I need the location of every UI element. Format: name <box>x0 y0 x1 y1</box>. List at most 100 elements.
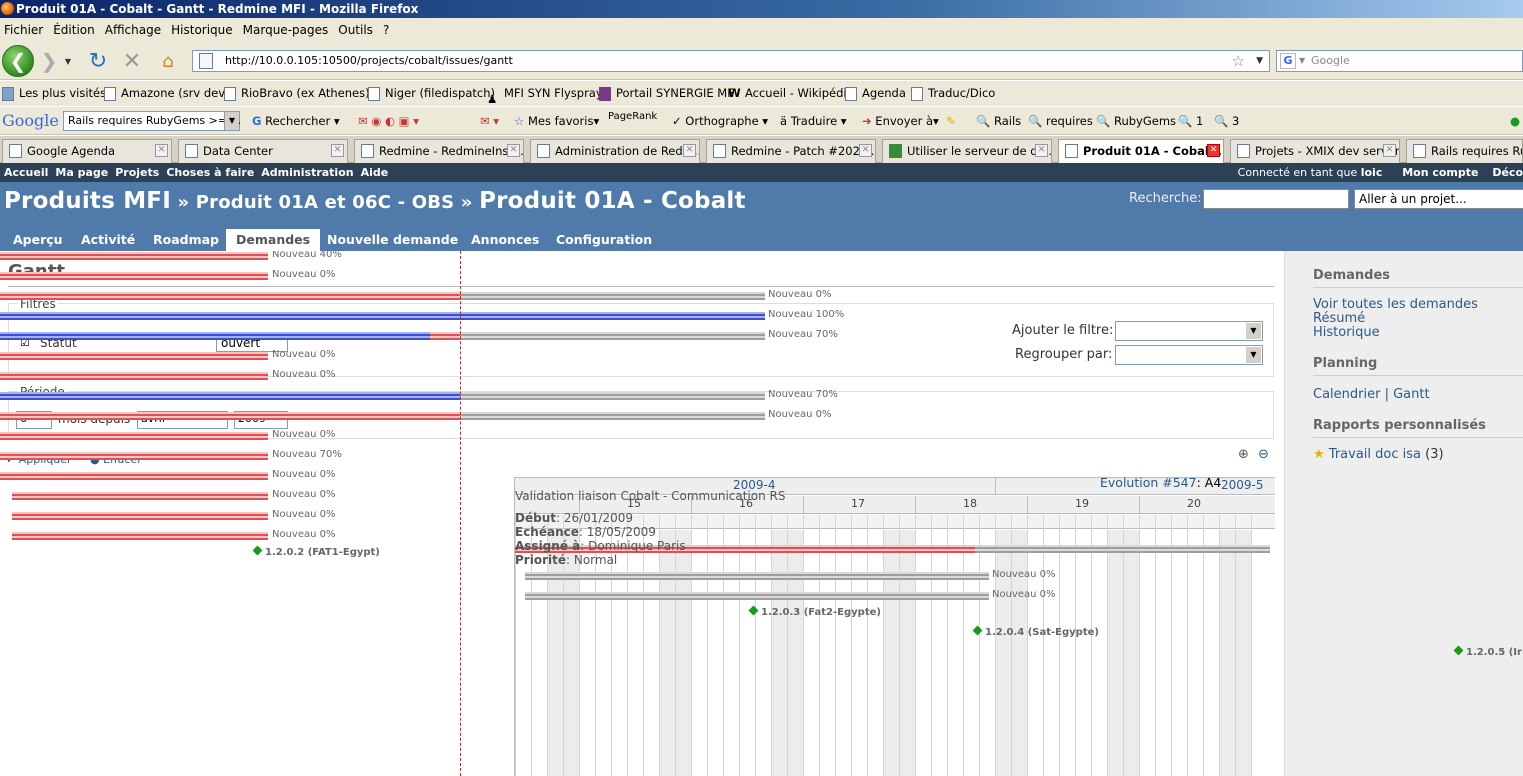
bookmark-agenda[interactable]: Agenda <box>843 81 906 106</box>
google-icon[interactable]: G <box>1280 53 1296 69</box>
zoom-out-icon[interactable]: ⊖ <box>1258 447 1269 462</box>
bookmark-amazone[interactable]: Amazone (srv dev) <box>102 81 230 106</box>
menu-fichier[interactable]: Fichier <box>0 18 48 42</box>
link-mon-compte[interactable]: Mon compte <box>1402 166 1478 179</box>
tab-configuration[interactable]: Configuration <box>546 229 662 251</box>
url-bar[interactable]: http://10.0.0.105:10500/projects/cobalt/… <box>192 50 1270 72</box>
zoom-in-icon[interactable]: ⊕ <box>1238 447 1249 462</box>
tab-data-center[interactable]: Data Center ✕ <box>178 139 348 163</box>
add-filter-select[interactable]: ▼ <box>1115 321 1263 341</box>
bookmark-traduc[interactable]: Traduc/Dico <box>909 81 995 106</box>
search-term-rubygems[interactable]: 🔍 RubyGems <box>1096 107 1176 135</box>
bookmark-niger[interactable]: Niger (filedispatch) <box>366 81 495 106</box>
close-tab-icon[interactable]: ✕ <box>859 144 872 157</box>
tab-nouvelle-demande[interactable]: Nouvelle demande <box>317 229 468 251</box>
chevron-down-icon[interactable]: ▼ <box>1246 347 1261 363</box>
stop-icon[interactable]: ✕ <box>120 46 144 76</box>
link-choses-a-faire[interactable]: Choses à faire <box>166 166 254 179</box>
bookmark-wikipedia[interactable]: W Accueil - Wikipédia <box>726 81 854 106</box>
bookmark-riobravo[interactable]: RioBravo (ex Athenes) <box>222 81 370 106</box>
tab-google-agenda[interactable]: Google Agenda ✕ <box>2 139 172 163</box>
bookmark-star-icon[interactable]: ☆ <box>1232 51 1245 71</box>
issue-link[interactable]: Evolution #547: A4 <box>1100 475 1221 490</box>
reload-icon[interactable]: ↻ <box>86 46 110 76</box>
logged-in-user[interactable]: loic <box>1361 166 1383 179</box>
url-dropdown-icon[interactable]: ▼ <box>1256 51 1263 71</box>
link-aide[interactable]: Aide <box>361 166 389 179</box>
tab-projets-xmix[interactable]: Projets - XMIX dev server ✕ <box>1230 139 1400 163</box>
chevron-down-icon[interactable]: ▼ <box>224 112 239 130</box>
close-tab-icon[interactable]: ✕ <box>331 144 344 157</box>
google-search-button[interactable]: G Rechercher ▾ <box>252 107 340 135</box>
home-icon[interactable]: ⌂ <box>156 46 180 76</box>
link-accueil[interactable]: Accueil <box>4 166 48 179</box>
chevron-down-icon[interactable]: ▼ <box>1246 323 1261 339</box>
close-tab-icon[interactable]: ✕ <box>155 144 168 157</box>
search-input[interactable] <box>1203 189 1349 209</box>
favoris-button[interactable]: ☆ Mes favoris▾ <box>514 107 599 135</box>
engine-dropdown-icon[interactable]: ▼ <box>1299 51 1305 71</box>
close-tab-icon[interactable]: ✕ <box>1035 144 1048 157</box>
week-header: 19 <box>1075 497 1089 510</box>
breadcrumb-parent[interactable]: Produit 01A et 06C - OBS <box>196 192 455 213</box>
tab-produit-01a[interactable]: Produit 01A - Cobal... ✕ <box>1058 139 1224 164</box>
search-term-1[interactable]: 🔍 1 <box>1178 107 1203 135</box>
tab-roadmap[interactable]: Roadmap <box>143 229 229 251</box>
orthographe-button[interactable]: ✓ Orthographe ▾ <box>672 107 768 135</box>
close-tab-icon[interactable]: ✕ <box>1207 144 1220 157</box>
link-ma-page[interactable]: Ma page <box>55 166 108 179</box>
breadcrumb-root[interactable]: Produits MFI <box>4 188 171 214</box>
google-query-input[interactable]: Rails requires RubyGems >= 1. ▼ <box>63 111 241 131</box>
close-tab-icon[interactable]: ✕ <box>683 144 696 157</box>
tab-administration[interactable]: Administration de Redm... ✕ <box>530 139 700 163</box>
link-historique[interactable]: Historique <box>1313 325 1380 340</box>
link-gantt[interactable]: Gantt <box>1393 387 1429 402</box>
forward-button[interactable]: ❯ <box>38 46 60 76</box>
menu-aide[interactable]: ? <box>378 18 394 42</box>
link-projets[interactable]: Projets <box>115 166 159 179</box>
group-by-select[interactable]: ▼ <box>1115 345 1263 365</box>
project-jump-select[interactable]: Aller à un projet... <box>1354 189 1523 209</box>
menu-outils[interactable]: Outils <box>333 18 378 42</box>
bookmark-flyspray[interactable]: ♟ MFI SYN Flyspray <box>485 81 603 106</box>
tab-apercu[interactable]: Aperçu <box>3 229 73 251</box>
tab-demandes[interactable]: Demandes <box>226 229 321 251</box>
folder-icon <box>2 87 14 101</box>
link-calendrier[interactable]: Calendrier <box>1313 387 1380 402</box>
tab-utiliser-serveur[interactable]: Utiliser le serveur de dé... ✕ <box>882 139 1052 163</box>
tab-redmine-patch[interactable]: Redmine - Patch #2024... ✕ <box>706 139 876 163</box>
history-dropdown-icon[interactable]: ▼ <box>62 46 74 76</box>
search-term-3[interactable]: 🔍 3 <box>1214 107 1239 135</box>
tab-redmine-install[interactable]: Redmine - RedmineInst... ✕ <box>354 139 524 163</box>
close-tab-icon[interactable]: ✕ <box>507 144 520 157</box>
search-engine-box[interactable]: G ▼ Google <box>1276 50 1523 72</box>
highlighter-icon[interactable]: ✎ <box>946 107 956 135</box>
tooltip-start: 26/01/2009 <box>563 511 633 525</box>
menu-marque-pages[interactable]: Marque-pages <box>238 18 334 42</box>
main-content: Gantt Filtres ☑ Statut ouvert Ajouter le… <box>0 251 1284 776</box>
bookmark-les-plus-visites[interactable]: Les plus visités <box>0 81 106 106</box>
link-deconnexion[interactable]: Déco <box>1492 166 1523 179</box>
link-voir-toutes[interactable]: Voir toutes les demandes <box>1313 297 1478 312</box>
tab-rails-requires[interactable]: Rails requires Ruby <box>1406 139 1523 163</box>
today-line <box>460 251 461 776</box>
tab-annonces[interactable]: Annonces <box>461 229 549 251</box>
menu-affichage[interactable]: Affichage <box>100 18 166 42</box>
link-administration[interactable]: Administration <box>261 166 353 179</box>
gantt-bar-label: Nouveau 70% <box>272 449 342 460</box>
back-button[interactable]: ❮ <box>2 45 34 77</box>
bookmark-toolbar-icon[interactable]: ✉ ▾ <box>480 107 499 135</box>
close-tab-icon[interactable]: ✕ <box>1383 144 1396 157</box>
envoyer-button[interactable]: ➜ Envoyer à▾ <box>862 107 939 135</box>
menu-edition[interactable]: Édition <box>48 18 100 42</box>
toolbar-icons[interactable]: ✉ ◉ ◐ ▣ ▾ <box>358 107 419 135</box>
tooltip-due: 18/05/2009 <box>586 525 656 539</box>
google-logo[interactable]: Google <box>2 107 59 135</box>
traduire-button[interactable]: ä Traduire ▾ <box>780 107 847 135</box>
menu-historique[interactable]: Historique <box>166 18 238 42</box>
search-term-requires[interactable]: 🔍 requires <box>1028 107 1093 135</box>
report-item[interactable]: ★ Travail doc isa (3) <box>1313 447 1444 462</box>
link-resume[interactable]: Résumé <box>1313 311 1365 326</box>
search-term-rails[interactable]: 🔍 Rails <box>976 107 1021 135</box>
tab-activite[interactable]: Activité <box>71 229 145 251</box>
